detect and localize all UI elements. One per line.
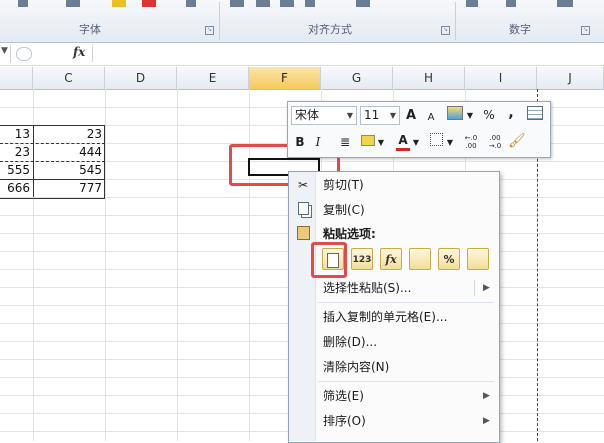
column-header-e[interactable]: E: [177, 67, 249, 89]
formula-bar-handle-icon[interactable]: [16, 47, 32, 61]
cell-b1[interactable]: 13: [0, 125, 33, 143]
increase-decimal-button[interactable]: ←.0 .00: [460, 134, 482, 153]
align-left-icon[interactable]: [230, 0, 244, 7]
column-header-f[interactable]: F: [249, 67, 321, 89]
border-icon[interactable]: [66, 0, 80, 7]
formula-input[interactable]: [92, 45, 603, 62]
column-header-i[interactable]: I: [465, 67, 537, 89]
column-header-b[interactable]: [0, 67, 33, 89]
group-font-label: 字体: [79, 23, 101, 36]
percent-icon[interactable]: [506, 0, 516, 7]
grow-font-button[interactable]: A: [404, 106, 418, 125]
font-name-dropdown[interactable]: 宋体 ▼: [291, 106, 357, 125]
column-header-h[interactable]: H: [393, 67, 465, 89]
menu-item-sort[interactable]: 排序(O): [323, 411, 366, 431]
format-painter-grid-icon[interactable]: [526, 106, 544, 125]
menu-separator: [318, 381, 494, 382]
alignment-dialog-launcher-icon[interactable]: ↘: [441, 26, 450, 35]
font-color-icon[interactable]: [142, 0, 156, 7]
italic-button[interactable]: I: [312, 133, 324, 152]
format-painter-icon[interactable]: 🖌: [508, 132, 526, 151]
paste-transpose-icon[interactable]: [409, 248, 431, 270]
submenu-arrow-icon[interactable]: ▶: [483, 283, 490, 293]
font-size-dropdown[interactable]: 11 ▼: [360, 106, 400, 125]
highlight-box-paste-default: [311, 242, 347, 278]
ribbon: 字体 ↘ 对齐方式 ↘ 数字 ↘: [0, 0, 604, 43]
paste-formulas-icon[interactable]: fx: [380, 248, 402, 270]
fill-color-button[interactable]: [360, 133, 376, 152]
clipboard-icon: [295, 226, 311, 242]
column-header-c[interactable]: C: [33, 67, 105, 89]
name-box-dropdown-icon[interactable]: ▼: [1, 46, 8, 56]
group-number-label: 数字: [509, 23, 531, 36]
font-name-value: 宋体: [295, 108, 320, 122]
number-dialog-launcher-icon[interactable]: ↘: [581, 26, 590, 35]
font-size-value: 11: [364, 108, 380, 122]
copy-icon: [295, 202, 311, 218]
cell-c2[interactable]: 444: [33, 143, 105, 161]
group-alignment-label: 对齐方式: [308, 23, 352, 36]
align-center-icon[interactable]: [256, 0, 270, 7]
divider: [10, 45, 11, 63]
chevron-down-icon[interactable]: ▼: [377, 133, 385, 152]
column-header-g[interactable]: G: [321, 67, 393, 89]
phonetic-icon[interactable]: [186, 0, 196, 7]
accounting-format-icon[interactable]: [446, 106, 464, 125]
submenu-arrow-icon: ▶: [483, 416, 490, 426]
cell-c3[interactable]: 545: [33, 161, 105, 179]
column-header-j[interactable]: J: [537, 67, 604, 89]
cell-b4[interactable]: 666: [0, 179, 33, 197]
menu-item-clear-contents[interactable]: 清除内容(N): [323, 357, 389, 377]
chevron-down-icon[interactable]: ▼: [466, 106, 474, 125]
menu-item-filter[interactable]: 筛选(E): [323, 386, 364, 406]
scissors-icon: ✂: [297, 178, 309, 192]
paste-values-icon[interactable]: 123: [351, 248, 373, 270]
font-color-button[interactable]: A: [396, 133, 410, 151]
menu-item-cut[interactable]: 剪切(T): [323, 175, 364, 195]
underline-icon[interactable]: [18, 0, 28, 7]
menu-item-delete[interactable]: 删除(D)...: [323, 332, 377, 352]
cell-c1[interactable]: 23: [33, 125, 105, 143]
bold-button[interactable]: B: [293, 133, 307, 152]
menu-item-insert-copied-cells[interactable]: 插入复制的单元格(E)...: [323, 307, 447, 327]
chevron-down-icon[interactable]: ▼: [412, 133, 420, 152]
merge-center-icon[interactable]: [356, 0, 370, 7]
shrink-font-button[interactable]: A: [425, 108, 437, 127]
font-dialog-launcher-icon[interactable]: ↘: [205, 26, 214, 35]
chevron-down-icon: ▼: [389, 111, 396, 120]
decrease-decimal-button[interactable]: .00 →.0: [484, 134, 506, 153]
column-header-d[interactable]: D: [105, 67, 177, 89]
decimal-icon[interactable]: [557, 0, 573, 7]
menu-separator: [318, 302, 494, 303]
group-separator: [455, 2, 456, 40]
paste-formatting-icon[interactable]: %: [438, 248, 460, 270]
grid-line: [177, 89, 178, 441]
align-right-icon[interactable]: [280, 0, 294, 7]
grid-line: [105, 89, 106, 441]
menu-item-paste-special[interactable]: 选择性粘贴(S)...: [323, 278, 411, 298]
grid-line: [249, 89, 250, 441]
chevron-down-icon: ▼: [346, 111, 353, 120]
borders-button[interactable]: [428, 133, 444, 152]
chevron-down-icon[interactable]: ▼: [446, 133, 454, 152]
insert-function-icon[interactable]: fx: [73, 45, 85, 59]
percent-button[interactable]: %: [482, 106, 496, 125]
submenu-arrow-icon: ▶: [483, 391, 490, 401]
paste-link-icon[interactable]: [467, 248, 489, 270]
group-separator: [219, 2, 220, 40]
menu-item-copy[interactable]: 复制(C): [323, 200, 365, 220]
cell-b2[interactable]: 23: [0, 143, 33, 161]
cell-c4[interactable]: 777: [33, 179, 105, 197]
fill-color-icon[interactable]: [112, 0, 126, 7]
comma-style-button[interactable]: ,: [506, 104, 516, 123]
indent-icon[interactable]: [305, 0, 315, 7]
split-divider: [474, 280, 475, 296]
paste-options-header: 粘贴选项:: [323, 227, 376, 241]
currency-icon[interactable]: [466, 0, 478, 7]
cell-b3[interactable]: 555: [0, 161, 33, 179]
center-align-icon[interactable]: ≣: [337, 133, 353, 152]
